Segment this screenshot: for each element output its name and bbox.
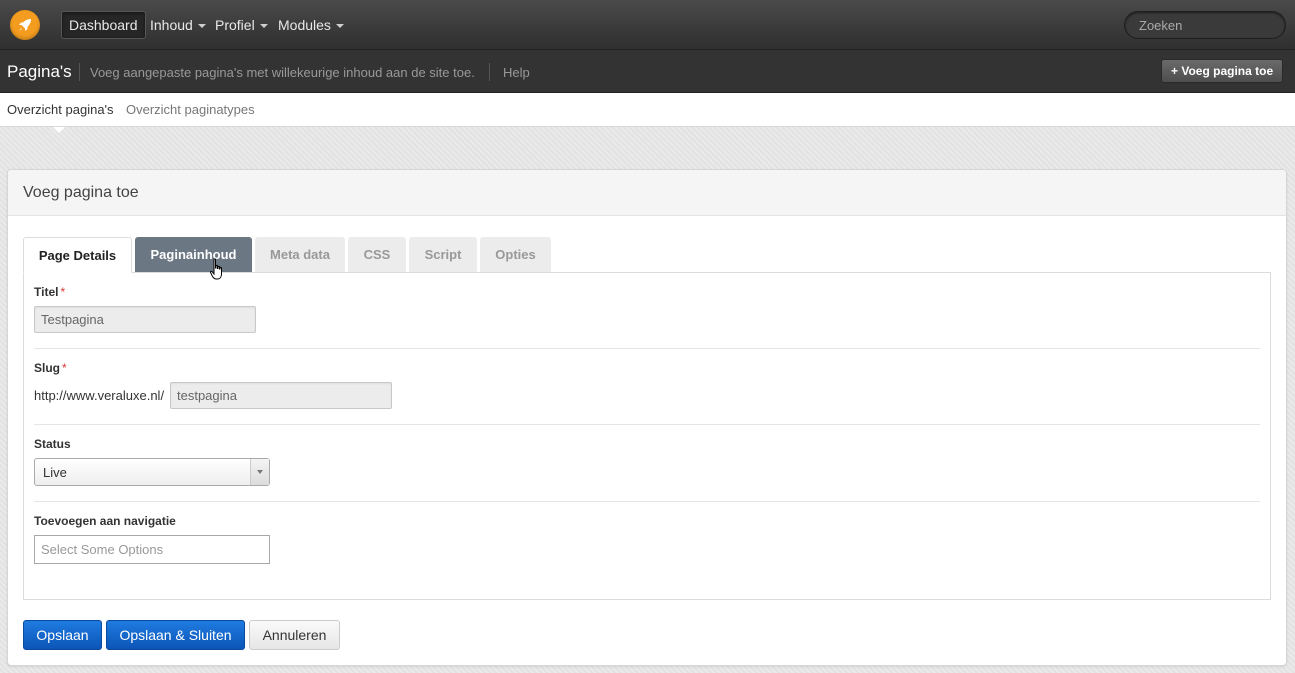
panel-header: Voeg pagina toe [8, 170, 1286, 216]
select-toggle[interactable] [250, 459, 269, 485]
nav-profiel[interactable]: Profiel [208, 11, 275, 39]
add-page-button[interactable]: + Voeg pagina toe [1161, 59, 1284, 83]
search-input[interactable] [1124, 11, 1286, 39]
status-selected-value: Live [43, 465, 67, 480]
nav-dashboard-label: Dashboard [69, 17, 138, 33]
nav-inhoud[interactable]: Inhoud [143, 11, 213, 39]
active-indicator-arrow [53, 127, 65, 133]
tab-page-details[interactable]: Page Details [23, 237, 132, 273]
tab-script[interactable]: Script [409, 237, 477, 273]
title-input[interactable] [34, 306, 256, 333]
help-link[interactable]: Help [503, 65, 530, 80]
top-navbar: Dashboard Inhoud Profiel Modules [0, 0, 1295, 50]
page-header: Pagina's Voeg aangepaste pagina's met wi… [0, 50, 1295, 93]
nav-profiel-label: Profiel [215, 17, 255, 33]
subnav-overview-pagetypes[interactable]: Overzicht paginatypes [126, 102, 255, 117]
status-select[interactable]: Live [34, 458, 270, 486]
nav-modules[interactable]: Modules [271, 11, 351, 39]
chevron-down-icon [259, 24, 268, 29]
save-close-button[interactable]: Opslaan & Sluiten [106, 620, 245, 650]
panel-title: Voeg pagina toe [23, 184, 139, 201]
rocket-logo-icon[interactable] [10, 10, 40, 40]
page-description: Voeg aangepaste pagina's met willekeurig… [90, 65, 475, 80]
tab-meta-data[interactable]: Meta data [255, 237, 345, 273]
page-title: Pagina's [7, 62, 72, 81]
chevron-down-icon [197, 24, 206, 29]
nav-dashboard[interactable]: Dashboard [61, 11, 146, 39]
chevron-down-icon [335, 24, 344, 29]
tab-paginainhoud[interactable]: Paginainhoud [135, 237, 252, 273]
sub-navigation: Overzicht pagina's Overzicht paginatypes [0, 93, 1295, 127]
save-button[interactable]: Opslaan [23, 620, 102, 650]
nav-inhoud-label: Inhoud [150, 17, 193, 33]
chevron-down-icon [257, 470, 263, 474]
navigation-multiselect[interactable] [34, 535, 270, 564]
hand-pointer-cursor-icon [210, 258, 226, 285]
cancel-button[interactable]: Annuleren [249, 620, 340, 650]
divider [79, 63, 80, 81]
tab-opties[interactable]: Opties [480, 237, 551, 273]
nav-modules-label: Modules [278, 17, 331, 33]
divider [489, 63, 490, 81]
tab-css[interactable]: CSS [348, 237, 406, 273]
subnav-overview-pages[interactable]: Overzicht pagina's [7, 102, 114, 117]
slug-input[interactable] [170, 382, 392, 409]
